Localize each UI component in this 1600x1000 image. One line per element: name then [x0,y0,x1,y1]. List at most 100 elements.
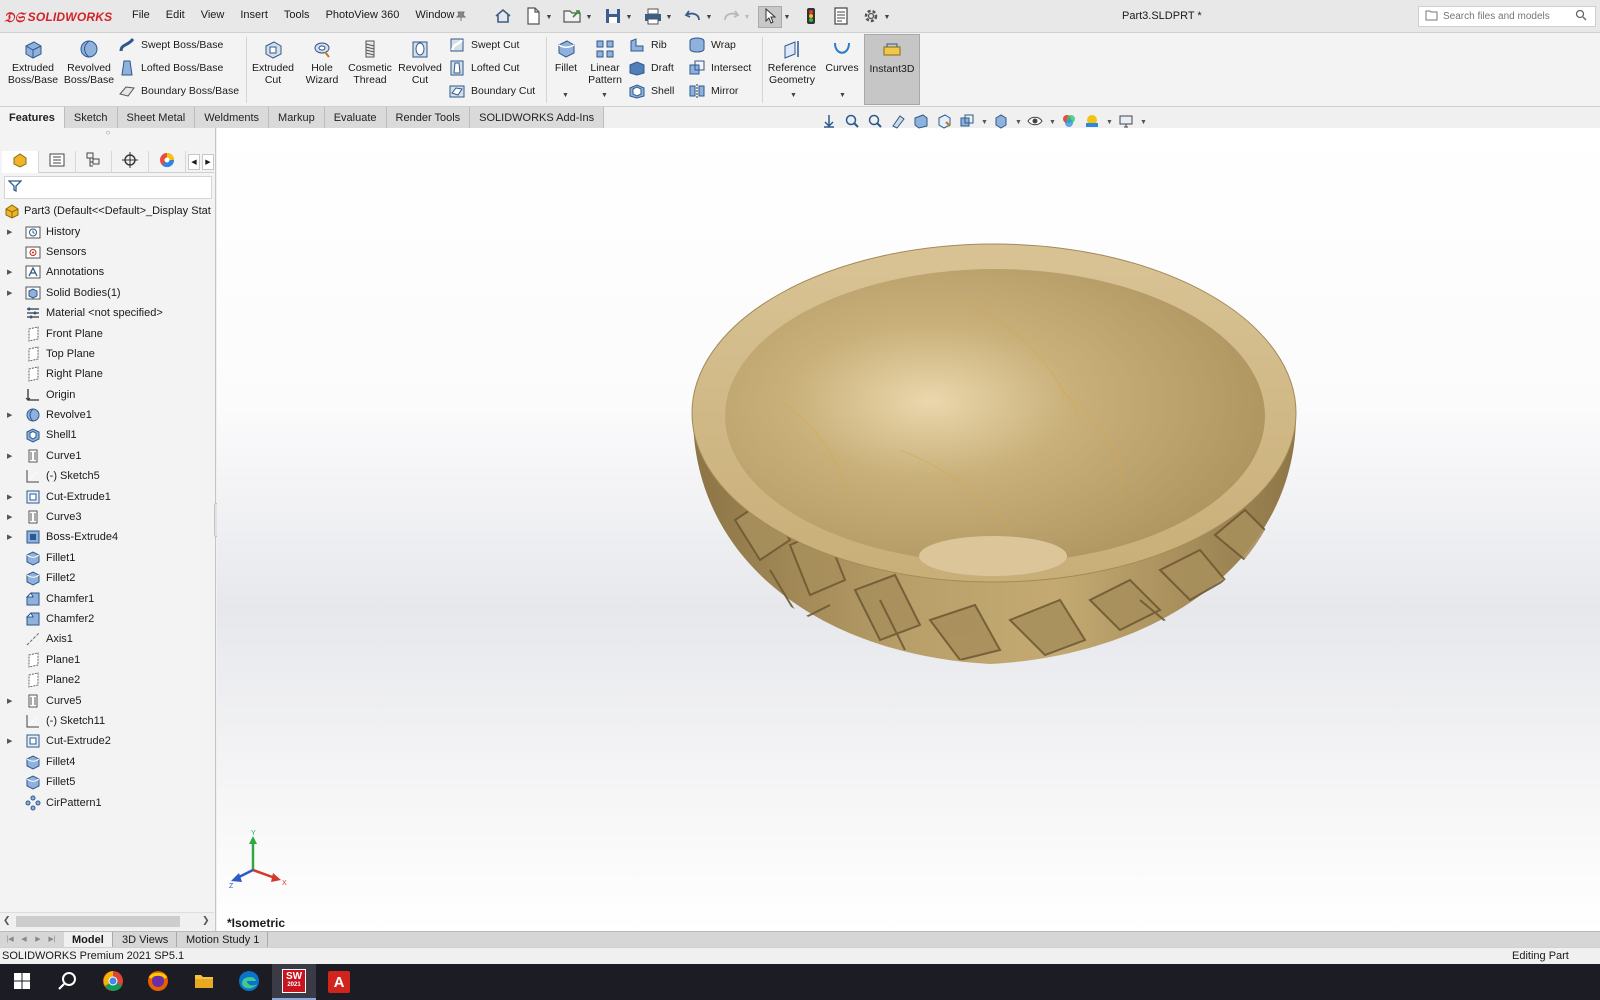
linear-pattern-button[interactable]: Linear Pattern [586,38,624,86]
curves-dropdown-icon[interactable]: ▼ [839,92,846,99]
undo-button[interactable] [682,6,704,28]
tree-item-front-plane[interactable]: Front Plane [0,323,216,343]
tree-item-origin[interactable]: Origin [0,385,216,405]
scene-dropdown-icon[interactable]: ▼ [1106,119,1113,126]
search-box[interactable] [1418,6,1596,27]
scroll-left-icon[interactable]: ◀ [187,153,200,170]
tree-item-chamfer1[interactable]: Chamfer1 [0,588,216,608]
redo-button[interactable] [720,6,742,28]
options-dropdown-icon[interactable]: ▼ [882,14,892,21]
display-manager-tab[interactable] [149,150,186,173]
expand-arrow-icon[interactable]: ▶ [7,268,15,276]
tree-item-sketch11[interactable]: (-) Sketch11 [0,711,216,731]
tab-evaluate[interactable]: Evaluate [324,107,387,128]
tab-motion-study[interactable]: Motion Study 1 [178,932,269,947]
menu-file[interactable]: File [124,9,158,21]
scrollbar-thumb[interactable] [16,916,180,927]
swept-boss-button[interactable]: Swept Boss/Base [118,35,223,55]
view-orientation-dropdown-icon[interactable]: ▼ [981,119,988,126]
firefox-taskbar-button[interactable] [136,964,180,1000]
panel-grip[interactable]: ○ [0,128,216,138]
search-input[interactable] [1443,11,1571,22]
menu-photoview[interactable]: PhotoView 360 [318,9,408,21]
start-button[interactable] [0,964,44,1000]
boundary-cut-button[interactable]: Boundary Cut [448,81,535,101]
reference-geometry-button[interactable]: Reference Geometry [766,38,818,86]
tree-item-curve5[interactable]: ▶ Curve5 [0,690,216,710]
tree-item-cut-extrude1[interactable]: ▶ Cut-Extrude1 [0,486,216,506]
tab-solidworks-addins[interactable]: SOLIDWORKS Add-Ins [470,107,605,128]
tree-item-boss-extrude4[interactable]: ▶ Boss-Extrude4 [0,527,216,547]
tab-model[interactable]: Model [64,932,113,947]
tree-item-curve1[interactable]: ▶ Curve1 [0,446,216,466]
tree-horizontal-scrollbar[interactable]: ❮ ❯ [0,912,214,929]
new-document-button[interactable] [522,6,544,28]
tree-item-history[interactable]: ▶ History [0,221,216,241]
save-button[interactable] [602,6,624,28]
expand-arrow-icon[interactable]: ▶ [7,697,15,705]
zoom-to-area-button[interactable] [843,113,861,131]
instant3d-button[interactable]: Instant3D [864,34,920,105]
view-orientation-menu-button[interactable] [958,113,976,131]
revolved-boss-button[interactable]: Revolved Boss/Base [64,38,114,86]
view-orientation-button[interactable] [935,113,953,131]
scroll-left-arrow-icon[interactable]: ❮ [3,915,11,926]
property-manager-tab[interactable] [39,150,76,173]
new-dropdown-icon[interactable]: ▼ [544,14,554,21]
expand-arrow-icon[interactable]: ▶ [7,533,15,541]
tree-item-sketch5[interactable]: (-) Sketch5 [0,466,216,486]
hide-show-items-button[interactable] [1026,113,1044,131]
open-button[interactable] [562,6,584,28]
tree-item-shell1[interactable]: Shell1 [0,425,216,445]
tree-item-fillet2[interactable]: Fillet2 [0,568,216,588]
options-button[interactable] [860,6,882,28]
solidworks-logo[interactable]: 𝔇𝔖 SOLIDWORKS [4,7,112,27]
expand-arrow-icon[interactable]: ▶ [7,289,15,297]
tree-item-cirpattern1[interactable]: CirPattern1 [0,792,216,812]
print-button[interactable] [642,6,664,28]
boundary-boss-button[interactable]: Boundary Boss/Base [118,81,239,101]
tab-weldments[interactable]: Weldments [195,107,270,128]
zoom-to-fit-button[interactable] [820,113,838,131]
expand-arrow-icon[interactable]: ▶ [7,513,15,521]
lofted-boss-button[interactable]: Lofted Boss/Base [118,58,223,78]
wrap-button[interactable]: Wrap [688,35,736,55]
tree-item-fillet1[interactable]: Fillet1 [0,548,216,568]
hole-wizard-button[interactable]: Hole Wizard [298,38,346,86]
swept-cut-button[interactable]: Swept Cut [448,35,519,55]
tab-render-tools[interactable]: Render Tools [386,107,471,128]
curves-button[interactable]: Curves [822,38,862,74]
taskbar-search-button[interactable] [45,964,89,1000]
search-icon[interactable] [1575,9,1587,24]
save-dropdown-icon[interactable]: ▼ [624,14,634,21]
tab-sketch[interactable]: Sketch [64,107,118,128]
view-settings-button[interactable] [1117,113,1135,131]
shell-button[interactable]: Shell [628,81,674,101]
graphics-area[interactable]: Y X Z *Isometric [217,128,1600,931]
tree-item-annotations[interactable]: ▶ Annotations [0,262,216,282]
tab-markup[interactable]: Markup [269,107,325,128]
rib-button[interactable]: Rib [628,35,667,55]
cosmetic-thread-button[interactable]: Cosmetic Thread [346,38,394,86]
pin-menu-button[interactable] [455,6,467,28]
tree-root-part[interactable]: Part3 (Default<<Default>_Display Stat [0,201,216,221]
view-settings-dropdown-icon[interactable]: ▼ [1140,119,1147,126]
tree-item-fillet5[interactable]: Fillet5 [0,772,216,792]
tree-item-top-plane[interactable]: Top Plane [0,344,216,364]
chrome-taskbar-button[interactable] [91,964,135,1000]
bowl-model[interactable] [217,128,1600,931]
expand-arrow-icon[interactable]: ▶ [7,493,15,501]
tree-item-material-not-specified[interactable]: Material <not specified> [0,303,216,323]
section-view-button[interactable] [889,113,907,131]
hide-show-dropdown-icon[interactable]: ▼ [1049,119,1056,126]
edit-appearance-button[interactable] [1060,113,1078,131]
next-tab-icon[interactable]: ▶ [32,933,44,945]
lofted-cut-button[interactable]: Lofted Cut [448,58,519,78]
expand-arrow-icon[interactable]: ▶ [7,452,15,460]
select-button[interactable] [758,6,782,28]
last-tab-icon[interactable]: ▶| [46,933,58,945]
tree-item-fillet4[interactable]: Fillet4 [0,752,216,772]
tree-item-solid-bodies-1[interactable]: ▶ Solid Bodies(1) [0,283,216,303]
display-style-button[interactable] [992,113,1010,131]
intersect-button[interactable]: Intersect [688,58,751,78]
